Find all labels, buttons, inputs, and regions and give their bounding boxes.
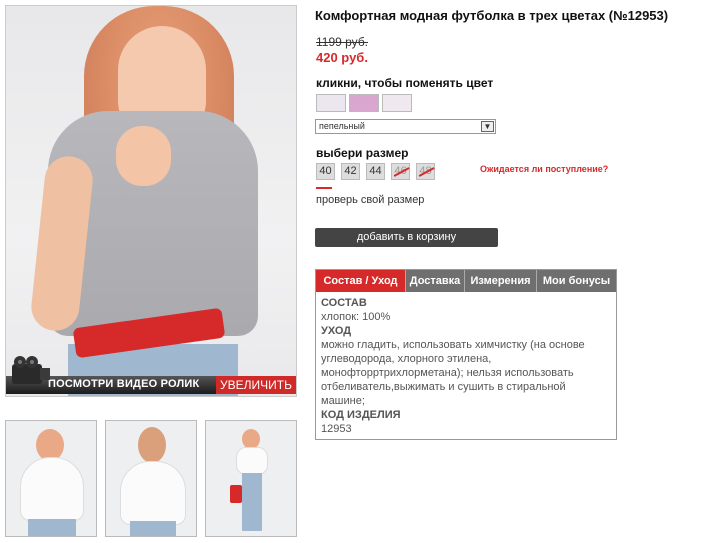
color-swatch-1[interactable] — [316, 94, 346, 112]
chevron-down-icon[interactable]: ▼ — [481, 121, 494, 132]
video-camera-icon[interactable] — [8, 352, 52, 392]
ruler-icon[interactable] — [316, 187, 332, 193]
composition-text: хлопок: 100% — [321, 311, 391, 323]
tab-delivery[interactable]: Доставка — [405, 270, 464, 292]
tab-composition[interactable]: Состав / Уход — [316, 270, 405, 292]
add-to-cart-button[interactable]: добавить в корзину — [315, 228, 498, 247]
tab-bar: Состав / Уход Доставка Измерения Мои бон… — [316, 270, 616, 292]
thumb-head — [138, 427, 166, 463]
thumbnail-front[interactable] — [5, 420, 97, 537]
check-size-link[interactable]: проверь свой размер — [316, 194, 424, 206]
size-option-44[interactable]: 44 — [366, 163, 385, 180]
size-option-48-unavailable: 48 — [416, 163, 435, 180]
product-info-tabs: Состав / Уход Доставка Измерения Мои бон… — [315, 269, 617, 440]
model-hand — [116, 126, 171, 186]
thumb-legs — [242, 473, 262, 531]
product-title: Комфортная модная футболка в трех цветах… — [315, 8, 669, 23]
care-text: можно гладить, использовать химчистку (н… — [321, 339, 585, 407]
size-option-40[interactable]: 40 — [316, 163, 335, 180]
video-link[interactable]: ПОСМОТРИ ВИДЕО РОЛИК — [48, 378, 199, 390]
color-label: кликни, чтобы поменять цвет — [316, 76, 494, 90]
new-price: 420 руб. — [316, 50, 368, 65]
size-option-46-unavailable: 46 — [391, 163, 410, 180]
thumb-shirt — [120, 461, 186, 525]
color-select-value: пепельный — [319, 121, 365, 131]
size-option-42[interactable]: 42 — [341, 163, 360, 180]
color-select[interactable]: пепельный ▼ — [315, 119, 496, 134]
composition-heading: СОСТАВ — [321, 297, 367, 309]
tab-measurements[interactable]: Измерения — [464, 270, 536, 292]
arrival-link[interactable]: Ожидается ли поступление? — [480, 164, 608, 174]
old-price: 1199 руб. — [316, 35, 369, 49]
thumb-head — [242, 429, 260, 449]
thumb-legs — [28, 519, 76, 536]
thumb-bag — [230, 485, 242, 503]
thumb-shirt — [20, 457, 84, 521]
thumb-shirt — [236, 447, 268, 475]
product-main-image[interactable]: ПОСМОТРИ ВИДЕО РОЛИК УВЕЛИЧИТЬ — [5, 5, 297, 397]
tab-bonuses[interactable]: Мои бонусы — [536, 270, 616, 292]
color-swatch-3[interactable] — [382, 94, 412, 112]
code-text: 12953 — [321, 423, 352, 435]
thumb-legs — [130, 521, 176, 536]
tab-content: СОСТАВ хлопок: 100% УХОД можно гладить, … — [321, 296, 611, 436]
thumbnail-full[interactable] — [205, 420, 297, 537]
color-swatch-2[interactable] — [349, 94, 379, 112]
care-heading: УХОД — [321, 325, 352, 337]
zoom-button[interactable]: УВЕЛИЧИТЬ — [216, 376, 296, 394]
thumbnail-back[interactable] — [105, 420, 197, 537]
code-heading: КОД ИЗДЕЛИЯ — [321, 409, 401, 421]
size-label: выбери размер — [316, 146, 409, 160]
